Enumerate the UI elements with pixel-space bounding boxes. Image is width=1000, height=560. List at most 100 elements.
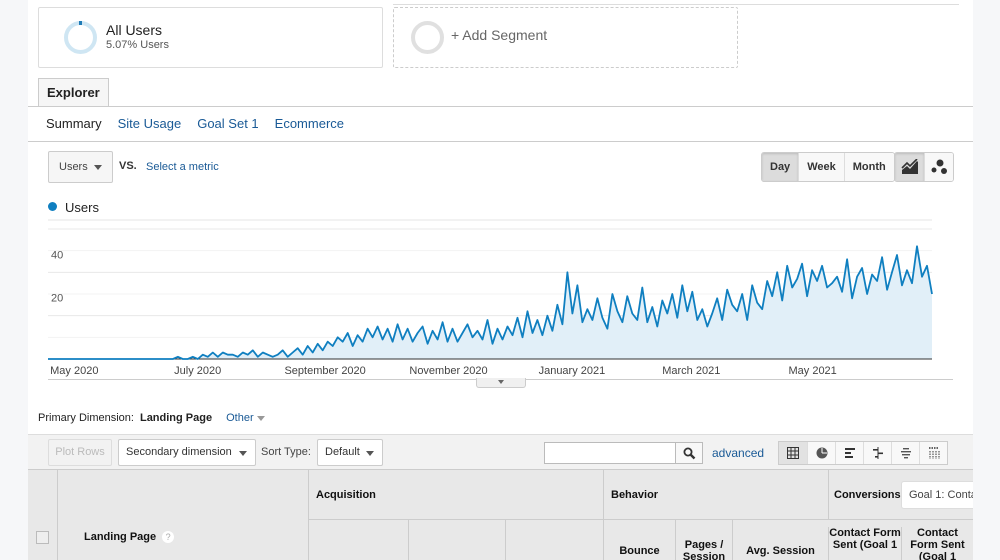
performance-view-icon <box>844 448 855 458</box>
vs-label: VS. <box>119 160 137 172</box>
period-button-group: Day Week Month <box>761 152 895 182</box>
pages-session-header[interactable]: Pages / Session <box>675 539 732 560</box>
comparison-view-button[interactable] <box>863 442 891 464</box>
y-tick-label: 40 <box>51 249 63 261</box>
plot-rows-button[interactable]: Plot Rows <box>48 439 112 466</box>
x-tick-label: January 2021 <box>539 365 606 377</box>
goal-completions-header[interactable]: Contact Form Sent (Goal 1 <box>828 527 901 560</box>
comparison-view-icon <box>872 447 883 459</box>
chevron-down-icon <box>94 165 102 170</box>
goal-value-header[interactable]: Contact Form Sent (Goal 1 <box>901 527 973 560</box>
y-tick-label: 60 <box>51 215 63 218</box>
landing-page-header-label: Landing Page <box>84 531 157 543</box>
col-divider <box>732 520 733 560</box>
behavior-label: Behavior <box>611 489 659 501</box>
segment-ring-icon <box>64 21 97 54</box>
secondary-dimension-dropdown[interactable]: Secondary dimension <box>118 439 256 466</box>
bounce-header[interactable]: Bounce <box>603 545 675 557</box>
chevron-down-icon <box>239 451 247 456</box>
metric-dropdown[interactable]: Users <box>48 151 113 183</box>
behavior-group-header: Behavior <box>603 470 828 520</box>
day-button[interactable]: Day <box>762 153 799 181</box>
analytics-page: All Users 5.07% Users + Add Segment Expl… <box>28 0 973 560</box>
search-button[interactable] <box>676 442 703 464</box>
metric-dropdown-value: Users <box>59 161 88 173</box>
subtab-summary[interactable]: Summary <box>46 116 102 131</box>
section-divider <box>28 141 973 142</box>
acq-col-3-header[interactable] <box>505 520 603 560</box>
y-tick-label: 20 <box>51 293 63 305</box>
chevron-down-icon <box>256 415 265 421</box>
pie-view-button[interactable] <box>807 442 835 464</box>
motion-chart-button[interactable] <box>924 153 953 181</box>
primary-dimension-other[interactable]: Other <box>226 412 265 424</box>
x-tick-label: July 2020 <box>174 365 221 377</box>
subtab-ecommerce[interactable]: Ecommerce <box>275 116 344 131</box>
table-view-button[interactable] <box>779 442 807 464</box>
x-tick-label: March 2021 <box>662 365 720 377</box>
chevron-down-icon <box>498 380 504 384</box>
landing-page-header[interactable]: Landing Page? <box>57 470 308 560</box>
tab-explorer[interactable]: Explorer <box>38 78 109 107</box>
x-tick-label: May 2020 <box>50 365 98 377</box>
top-divider <box>393 4 959 5</box>
term-cloud-view-button[interactable] <box>891 442 919 464</box>
segment-all-users[interactable]: All Users 5.07% Users <box>38 7 383 68</box>
term-cloud-view-icon <box>900 448 911 459</box>
table-view-group <box>778 441 948 465</box>
line-chart-button[interactable] <box>895 153 924 181</box>
x-tick-label: November 2020 <box>409 365 487 377</box>
select-metric-link[interactable]: Select a metric <box>146 161 219 173</box>
primary-dimension-label: Primary Dimension: <box>38 412 134 424</box>
x-tick-label: May 2021 <box>788 365 836 377</box>
select-all-checkbox[interactable] <box>36 531 49 544</box>
advanced-filter-link[interactable]: advanced <box>712 446 764 460</box>
legend-dot-icon <box>48 202 57 211</box>
pie-view-icon <box>816 447 827 459</box>
secondary-dimension-label: Secondary dimension <box>126 446 232 458</box>
sort-type-dropdown[interactable]: Default <box>317 439 383 466</box>
sort-type-value: Default <box>325 446 360 458</box>
chart-collapse-toggle[interactable] <box>476 378 526 388</box>
acquisition-group-header: Acquisition <box>308 470 603 520</box>
search-icon <box>683 447 695 459</box>
other-label: Other <box>226 412 254 424</box>
subtab-goal-set-1[interactable]: Goal Set 1 <box>197 116 258 131</box>
week-button[interactable]: Week <box>798 153 844 181</box>
goal-dropdown[interactable]: Goal 1: Conta <box>901 481 973 509</box>
chevron-down-icon <box>366 451 374 456</box>
performance-view-button[interactable] <box>835 442 863 464</box>
chart-legend: Users <box>48 200 99 215</box>
table-toolbar: Plot Rows Secondary dimension Sort Type:… <box>28 434 973 470</box>
x-tick-label: September 2020 <box>284 365 365 377</box>
pivot-view-button[interactable] <box>919 442 947 464</box>
empty-segment-ring-icon <box>411 21 444 54</box>
table-search-input[interactable] <box>544 442 676 464</box>
acq-col-1-header[interactable] <box>308 520 408 560</box>
users-line-chart[interactable]: 20 40 60 May 2020 July 2020 September 2020 Nov… <box>28 215 973 380</box>
avg-session-header[interactable]: Avg. Session <box>732 545 828 557</box>
add-segment-button[interactable]: + Add Segment <box>393 7 738 68</box>
acquisition-label: Acquisition <box>316 489 376 501</box>
col-divider <box>603 520 604 560</box>
pivot-view-icon <box>928 447 939 459</box>
primary-dimension-landing-page[interactable]: Landing Page <box>140 412 212 424</box>
help-icon[interactable]: ? <box>162 531 175 543</box>
chart-type-button-group <box>894 152 954 182</box>
col-divider <box>675 520 676 560</box>
table-header: Landing Page? Acquisition Behavior Conve… <box>28 470 973 560</box>
subtabs: Summary Site Usage Goal Set 1 Ecommerce <box>46 116 344 131</box>
month-button[interactable]: Month <box>843 153 894 181</box>
segment-subtitle: 5.07% Users <box>106 39 169 51</box>
motion-chart-icon <box>931 159 947 174</box>
series-area <box>48 246 932 359</box>
legend-label: Users <box>65 200 99 215</box>
tab-divider <box>28 106 973 107</box>
conversions-label: Conversions <box>834 489 901 501</box>
acq-col-2-header[interactable] <box>408 520 505 560</box>
add-segment-label: + Add Segment <box>451 27 548 43</box>
segment-title: All Users <box>106 22 163 38</box>
table-view-icon <box>787 447 799 459</box>
subtab-site-usage[interactable]: Site Usage <box>118 116 182 131</box>
sort-type-label: Sort Type: <box>261 446 311 458</box>
